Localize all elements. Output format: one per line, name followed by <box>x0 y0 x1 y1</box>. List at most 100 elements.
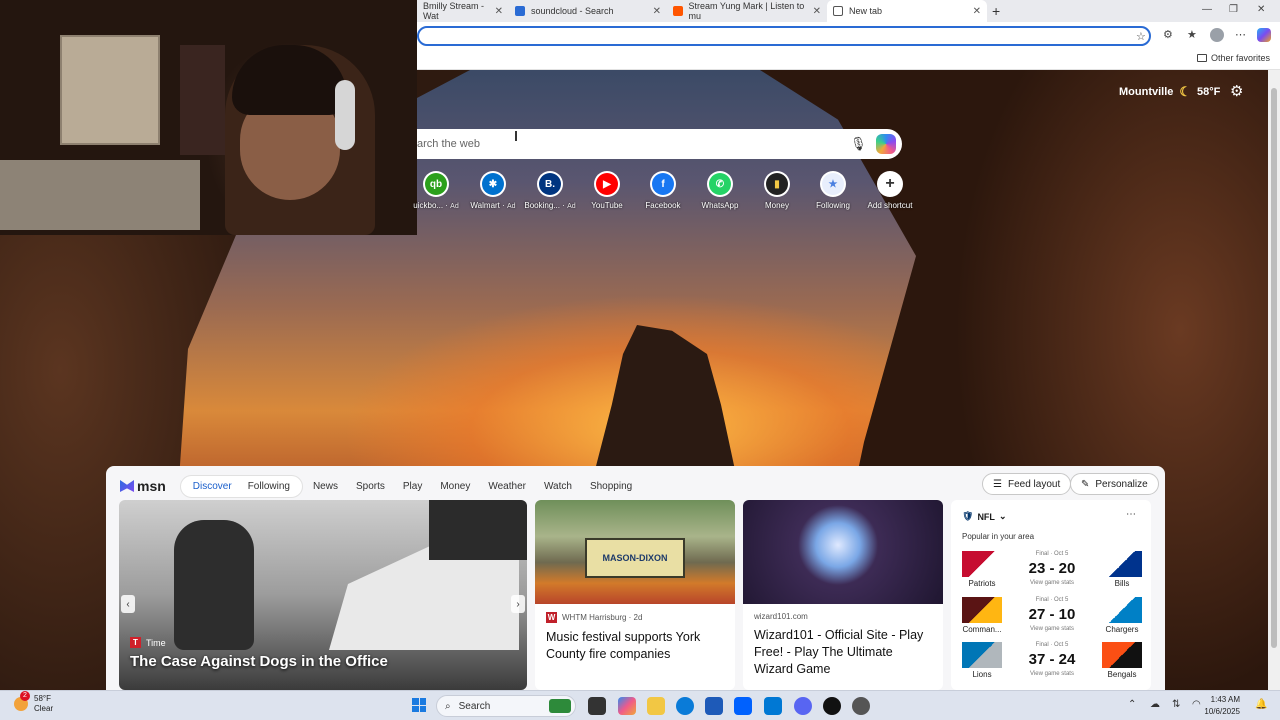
edge-icon[interactable] <box>676 697 694 715</box>
game-stats-link[interactable]: View game stats <box>1010 626 1094 632</box>
windows-taskbar: 2 58°F Clear ⌕ Search ⌃ ☁ ⇅ ◠ 1:43 AM 10… <box>0 690 1280 720</box>
game-score: 23 - 20 <box>1028 560 1076 577</box>
personalize-button[interactable]: ✎ Personalize <box>1070 473 1159 495</box>
discord-icon[interactable] <box>794 697 812 715</box>
nav-play[interactable]: Play <box>403 481 422 492</box>
settings-icon[interactable] <box>852 697 870 715</box>
tab-new-tab[interactable]: New tab ✕ <box>827 0 987 22</box>
web-search-box[interactable]: arch the web 🎙 <box>417 129 902 159</box>
shortcut-label: Walmart · Ad <box>470 201 516 210</box>
team-away: Bills <box>1102 551 1142 588</box>
task-view-icon[interactable] <box>588 697 606 715</box>
news-image-wizard <box>743 500 943 604</box>
taskbar-clock[interactable]: 1:43 AM 10/6/2025 <box>1198 694 1240 718</box>
text-cursor <box>515 131 517 141</box>
other-favorites-folder[interactable]: Other favorites <box>1196 53 1270 63</box>
store-icon[interactable] <box>705 697 723 715</box>
shortcut-booking[interactable]: B. Booking... · Ad <box>520 171 580 210</box>
shortcut-money[interactable]: ▮ Money <box>747 171 807 210</box>
tab-label: New tab <box>849 6 883 16</box>
game-stats-link[interactable]: View game stats <box>1010 671 1094 677</box>
game-status: Final · Oct 5 <box>1035 642 1069 648</box>
minimize-icon[interactable]: — <box>1202 4 1212 15</box>
nav-sports[interactable]: Sports <box>356 481 385 492</box>
url-input[interactable]: ☆ <box>417 26 1151 46</box>
tab-strip: Bmilly Stream - Wat ✕ soundcloud - Searc… <box>417 0 1280 22</box>
more-options-icon[interactable]: ⋯ <box>1126 509 1136 520</box>
news-card-festival[interactable]: MASON-DIXON W WHTM Harrisburg · 2d Music… <box>535 500 735 690</box>
extensions-icon[interactable]: ⚙ <box>1163 28 1173 41</box>
start-button[interactable] <box>412 698 426 712</box>
weather-widget[interactable]: Mountville ☾ 58°F <box>1119 84 1220 100</box>
settings-gear-icon[interactable]: ⚙ <box>1230 82 1243 100</box>
shortcut-whatsapp[interactable]: ✆ WhatsApp <box>690 171 750 210</box>
copilot-icon[interactable] <box>1257 28 1271 42</box>
game-stats-link[interactable]: View game stats <box>1010 580 1094 586</box>
outlook-icon[interactable] <box>764 697 782 715</box>
maximize-icon[interactable]: ❐ <box>1229 4 1238 15</box>
tab-bmilly[interactable]: Bmilly Stream - Wat ✕ <box>417 0 509 22</box>
tab-soundcloud[interactable]: soundcloud - Search ✕ <box>509 0 667 22</box>
close-icon[interactable]: ✕ <box>813 6 821 17</box>
shortcut-add[interactable]: + Add shortcut <box>860 171 920 210</box>
nfl-scores-card[interactable]: 🛡 NFL ⌄ ⋯ Popular in your area Patriots … <box>951 500 1151 690</box>
profile-avatar[interactable] <box>1210 28 1224 42</box>
nav-shopping[interactable]: Shopping <box>590 481 632 492</box>
close-window-icon[interactable]: ✕ <box>1257 4 1265 15</box>
tab-yung-mark[interactable]: Stream Yung Mark | Listen to mu ✕ <box>667 0 827 22</box>
close-icon[interactable]: ✕ <box>653 6 661 17</box>
close-icon[interactable]: ✕ <box>973 6 981 17</box>
chevron-left-icon[interactable]: ‹ <box>121 595 135 613</box>
chevron-up-icon[interactable]: ⌃ <box>1128 699 1136 710</box>
feed-layout-button[interactable]: ☰ Feed layout <box>982 473 1072 495</box>
page-scrollbar[interactable] <box>1268 70 1280 690</box>
taskbar-weather[interactable]: 2 58°F Clear <box>14 691 53 714</box>
chevron-right-icon[interactable]: › <box>511 595 525 613</box>
nav-money[interactable]: Money <box>440 481 470 492</box>
obs-icon[interactable] <box>823 697 841 715</box>
nav-weather[interactable]: Weather <box>488 481 526 492</box>
nfl-game-row[interactable]: Lions Final · Oct 5 37 - 24 View game st… <box>962 642 1142 684</box>
nav-watch[interactable]: Watch <box>544 481 572 492</box>
webcam-overlay <box>0 0 417 235</box>
chevron-down-icon: ⌄ <box>998 511 1007 521</box>
shortcut-label: uickbo... · Ad <box>413 201 459 210</box>
sun-icon: 2 <box>14 691 30 711</box>
nfl-game-row[interactable]: Patriots Final · Oct 5 23 - 20 View game… <box>962 551 1142 593</box>
search-placeholder: arch the web <box>417 138 480 150</box>
news-title: Wizard101 - Official Site - Play Free! -… <box>754 628 924 676</box>
hero-news-card[interactable]: ‹ › T Time The Case Against Dogs in the … <box>119 500 527 690</box>
onedrive-icon[interactable]: ☁ <box>1150 699 1160 710</box>
dropbox-icon[interactable] <box>734 697 752 715</box>
tab-discover[interactable]: Discover <box>185 479 240 494</box>
shortcut-quickbooks[interactable]: qb uickbo... · Ad <box>406 171 466 210</box>
microphone-icon[interactable]: 🎙 <box>850 136 867 152</box>
more-menu-icon[interactable]: ⋯ <box>1235 28 1246 41</box>
news-card-wizard101[interactable]: wizard101.com Wizard101 - Official Site … <box>743 500 943 690</box>
favorite-star-icon[interactable]: ☆ <box>1136 30 1146 43</box>
nfl-header[interactable]: 🛡 NFL ⌄ <box>962 511 1151 522</box>
network-icon[interactable]: ⇅ <box>1172 699 1180 710</box>
search-icon: ⌕ <box>445 700 451 712</box>
nfl-game-row[interactable]: Comman... Final · Oct 5 27 - 10 View gam… <box>962 597 1142 639</box>
shortcut-label: YouTube <box>591 201 623 210</box>
favorites-icon[interactable]: ★ <box>1187 28 1197 41</box>
shortcut-youtube[interactable]: ▶ YouTube <box>577 171 637 210</box>
shortcut-facebook[interactable]: f Facebook <box>633 171 693 210</box>
taskbar-search[interactable]: ⌕ Search <box>436 695 576 717</box>
tab-label: Stream Yung Mark | Listen to mu <box>688 1 805 21</box>
copilot-taskbar-icon[interactable] <box>618 697 636 715</box>
tab-following[interactable]: Following <box>240 479 298 494</box>
close-icon[interactable]: ✕ <box>495 6 503 17</box>
scrollbar-thumb[interactable] <box>1271 88 1277 648</box>
shortcut-following[interactable]: ★ Following <box>803 171 863 210</box>
copilot-search-icon[interactable] <box>876 134 896 154</box>
nav-news[interactable]: News <box>313 481 338 492</box>
notifications-icon[interactable]: 🔔 <box>1255 699 1267 710</box>
msn-logo[interactable]: msn <box>120 478 166 494</box>
new-tab-button[interactable]: + <box>992 3 1000 19</box>
file-explorer-icon[interactable] <box>647 697 665 715</box>
personalize-icon: ✎ <box>1081 478 1090 490</box>
facebook-icon: f <box>650 171 676 197</box>
shortcut-walmart[interactable]: ✱ Walmart · Ad <box>463 171 523 210</box>
